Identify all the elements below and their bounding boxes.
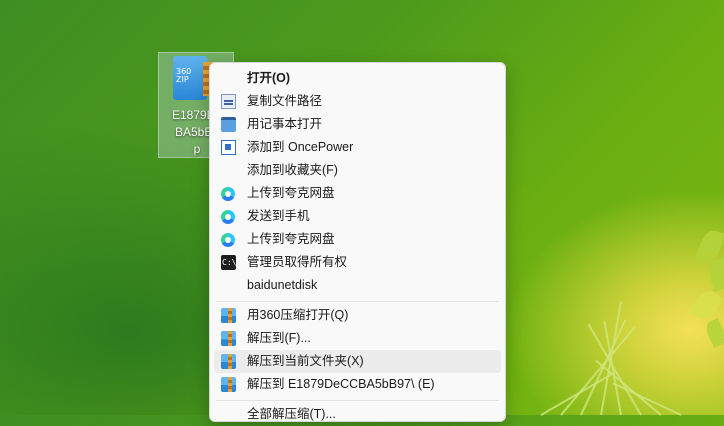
menu-item-open-360zip[interactable]: 用360压缩打开(Q) [214, 304, 501, 327]
menu-item-add-favorites[interactable]: 添加到收藏夹(F) [214, 159, 501, 182]
zip-archive-icon: 360 ZIP [173, 56, 215, 100]
cmd-icon: C:\ [221, 255, 236, 270]
context-menu: 打开(O) 复制文件路径 用记事本打开 添加到 OncePower 添加到收藏夹… [209, 62, 506, 422]
menu-separator [216, 301, 499, 302]
menu-item-open[interactable]: 打开(O) [214, 67, 501, 90]
zip-360-icon [221, 331, 236, 346]
menu-item-label: 解压到当前文件夹(X) [247, 354, 364, 368]
menu-item-add-oncepower[interactable]: 添加到 OncePower [214, 136, 501, 159]
quark-cloud-icon [221, 210, 235, 224]
copy-path-icon [221, 94, 236, 109]
menu-item-label: 上传到夸克网盘 [247, 186, 335, 200]
menu-item-label: 解压到(F)... [247, 331, 311, 345]
oncepower-icon [221, 140, 236, 155]
menu-item-label: baidunetdisk [247, 278, 318, 292]
quark-cloud-icon [221, 233, 235, 247]
menu-item-extract-to[interactable]: 解压到(F)... [214, 327, 501, 350]
menu-item-label: 添加到 OncePower [247, 140, 354, 154]
menu-item-label: 解压到 E1879DeCCBA5bB97\ (E) [247, 377, 435, 391]
menu-item-send-phone[interactable]: 发送到手机 [214, 205, 501, 228]
menu-separator [216, 400, 499, 401]
menu-item-label: 复制文件路径 [247, 94, 323, 108]
menu-item-upload-quark[interactable]: 上传到夸克网盘 [214, 182, 501, 205]
quark-cloud-icon [221, 187, 235, 201]
menu-item-label: 管理员取得所有权 [247, 255, 348, 269]
menu-item-open-notepad[interactable]: 用记事本打开 [214, 113, 501, 136]
zip-badge-text: 360 ZIP [176, 67, 192, 84]
menu-item-baidunetdisk[interactable]: baidunetdisk [214, 274, 501, 297]
menu-item-extract-here[interactable]: 解压到当前文件夹(X) [214, 350, 501, 373]
zip-360-icon [221, 377, 236, 392]
menu-item-label: 添加到收藏夹(F) [247, 163, 338, 177]
menu-item-extract-to-folder[interactable]: 解压到 E1879DeCCBA5bB97\ (E) [214, 373, 501, 396]
menu-item-label: 上传到夸克网盘 [247, 232, 335, 246]
zip-360-icon [221, 308, 236, 323]
menu-item-label: 用记事本打开 [247, 117, 323, 131]
menu-item-label: 发送到手机 [247, 209, 310, 223]
menu-item-take-ownership[interactable]: C:\ 管理员取得所有权 [214, 251, 501, 274]
menu-item-upload-quark-2[interactable]: 上传到夸克网盘 [214, 228, 501, 251]
zip-360-icon [221, 354, 236, 369]
menu-item-label: 打开(O) [247, 71, 291, 85]
menu-item-copy-path[interactable]: 复制文件路径 [214, 90, 501, 113]
notepad-icon [221, 117, 236, 132]
menu-item-label: 用360压缩打开(Q) [247, 308, 349, 322]
